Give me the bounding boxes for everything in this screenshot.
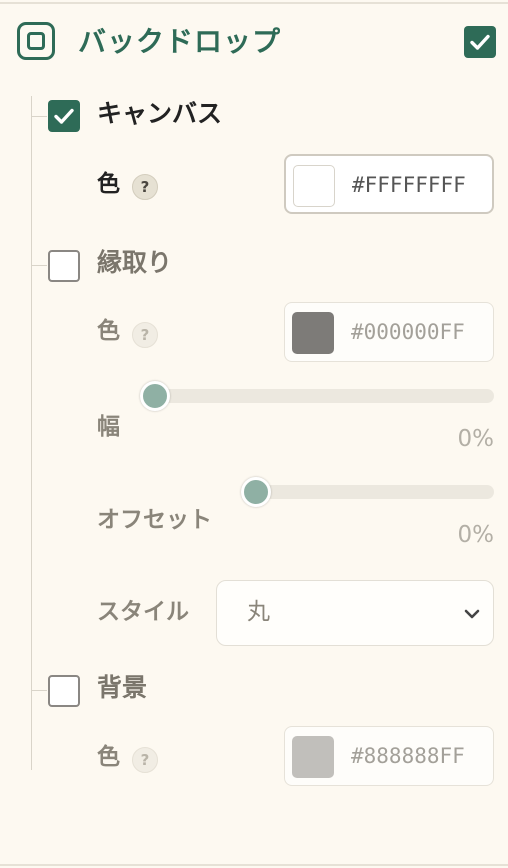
- border-width-label: 幅: [97, 414, 120, 440]
- border-color-picker[interactable]: #000000FF: [284, 302, 494, 362]
- chevron-down-icon: [464, 609, 480, 619]
- bottom-divider: [0, 864, 508, 866]
- help-icon[interactable]: ?: [132, 322, 158, 348]
- help-icon[interactable]: ?: [132, 174, 158, 200]
- border-width-track[interactable]: [140, 389, 494, 403]
- tree-line: [31, 96, 32, 770]
- tree-branch: [31, 116, 47, 117]
- canvas-color-swatch[interactable]: [293, 165, 335, 207]
- top-divider: [0, 2, 508, 4]
- background-section-title: 背景: [97, 673, 148, 702]
- help-icon[interactable]: ?: [132, 747, 158, 773]
- backdrop-square-icon: [17, 22, 55, 60]
- border-offset-slider-thumb[interactable]: [241, 477, 271, 507]
- border-color-swatch[interactable]: [292, 312, 334, 354]
- border-color-hex: #000000FF: [351, 320, 465, 344]
- background-color-hex: #888888FF: [351, 744, 465, 768]
- backdrop-enable-checkbox[interactable]: [464, 26, 496, 58]
- border-style-value: 丸: [247, 599, 270, 625]
- tree-branch: [31, 265, 47, 266]
- background-color-swatch[interactable]: [292, 736, 334, 778]
- border-style-label: スタイル: [97, 599, 189, 625]
- canvas-color-hex: #FFFFFFFF: [352, 173, 466, 197]
- background-color-label: 色: [97, 744, 120, 770]
- background-checkbox[interactable]: [48, 675, 80, 707]
- border-offset-value: 0%: [457, 522, 495, 548]
- panel-title: バックドロップ: [78, 25, 282, 58]
- border-style-select[interactable]: 丸: [216, 580, 494, 646]
- canvas-color-picker[interactable]: #FFFFFFFF: [284, 154, 494, 214]
- canvas-checkbox[interactable]: [48, 100, 80, 132]
- border-color-label: 色: [97, 318, 120, 344]
- border-width-slider-thumb[interactable]: [140, 381, 170, 411]
- check-icon: [470, 34, 490, 50]
- tree-branch: [31, 690, 47, 691]
- background-color-picker[interactable]: #888888FF: [284, 726, 494, 786]
- border-section-title: 縁取り: [97, 248, 173, 277]
- check-icon: [54, 108, 74, 124]
- border-width-value: 0%: [457, 426, 495, 452]
- border-offset-label: オフセット: [97, 507, 212, 533]
- canvas-section-title: キャンバス: [97, 99, 223, 128]
- border-checkbox[interactable]: [48, 250, 80, 282]
- border-offset-track[interactable]: [241, 485, 494, 499]
- canvas-color-label: 色: [97, 171, 120, 197]
